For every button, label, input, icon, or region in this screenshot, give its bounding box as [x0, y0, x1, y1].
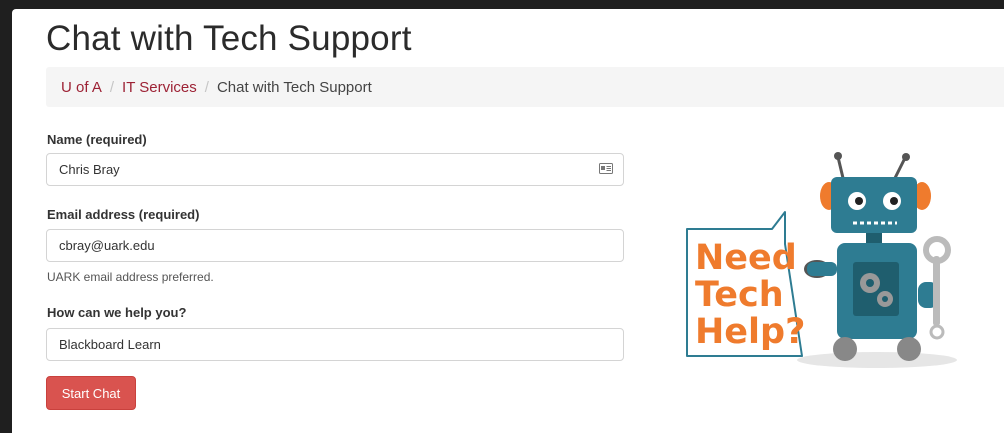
breadcrumb-separator: / [109, 78, 115, 96]
email-value: cbray@uark.edu [59, 238, 155, 253]
help-label: How can we help you? [47, 305, 187, 320]
help-topic-field[interactable]: Blackboard Learn [46, 328, 624, 361]
page-frame: Chat with Tech Support U of A / IT Servi… [12, 9, 1004, 433]
start-chat-button[interactable]: Start Chat [46, 376, 136, 410]
help-topic-value: Blackboard Learn [59, 337, 161, 352]
email-help-text: UARK email address preferred. [47, 270, 214, 284]
speech-line-3: Help? [695, 312, 805, 352]
breadcrumb-separator: / [204, 78, 209, 96]
email-label: Email address (required) [47, 207, 200, 222]
page-title: Chat with Tech Support [46, 19, 412, 58]
speech-line-2: Tech [695, 275, 784, 315]
breadcrumb-current: Chat with Tech Support [216, 78, 372, 96]
name-field[interactable]: Chris Bray [46, 153, 624, 186]
breadcrumb-link-uofa[interactable]: U of A [61, 79, 102, 96]
speech-line-1: Need [695, 238, 797, 278]
name-value: Chris Bray [59, 162, 120, 177]
robot-illustration: Need Tech Help? [686, 152, 957, 368]
breadcrumb: U of A / IT Services / Chat with Tech Su… [46, 67, 1004, 107]
name-label: Name (required) [47, 132, 147, 147]
email-field[interactable]: cbray@uark.edu [46, 229, 624, 262]
breadcrumb-link-it-services[interactable]: IT Services [122, 79, 197, 96]
contact-card-icon[interactable] [599, 163, 613, 174]
